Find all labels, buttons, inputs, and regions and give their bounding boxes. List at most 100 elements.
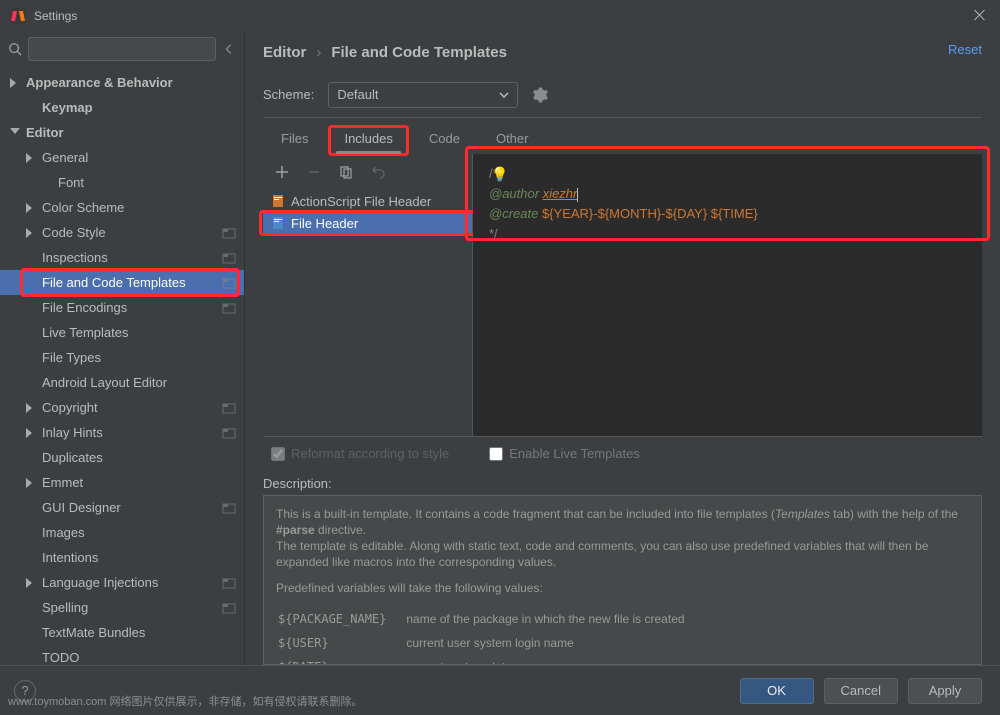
- sidebar-item-images[interactable]: Images: [0, 520, 244, 545]
- sidebar-item-label: Appearance & Behavior: [26, 75, 173, 90]
- sidebar-item-label: File Encodings: [42, 300, 127, 315]
- watermark-text: www.toymoban.com 网络图片仅供展示，非存储，如有侵权请联系删除。: [8, 693, 362, 709]
- project-scope-icon: [222, 276, 236, 290]
- sidebar-item-font[interactable]: Font: [0, 170, 244, 195]
- sidebar-item-keymap[interactable]: Keymap: [0, 95, 244, 120]
- var-desc: current user system login name: [406, 632, 702, 654]
- file-icon: [271, 216, 285, 230]
- ok-button[interactable]: OK: [740, 678, 814, 704]
- project-scope-icon: [222, 251, 236, 265]
- sidebar-item-code-style[interactable]: Code Style: [0, 220, 244, 245]
- sidebar-item-color-scheme[interactable]: Color Scheme: [0, 195, 244, 220]
- sidebar-item-label: Copyright: [42, 400, 98, 415]
- apply-button[interactable]: Apply: [908, 678, 982, 704]
- project-scope-icon: [222, 301, 236, 315]
- sidebar-item-editor[interactable]: Editor: [0, 120, 244, 145]
- remove-button: [305, 163, 323, 181]
- var-name: ${DATE}: [278, 656, 404, 665]
- sidebar-item-file-and-code-templates[interactable]: File and Code Templates: [0, 270, 244, 295]
- expand-arrow-icon: [26, 228, 36, 238]
- add-button[interactable]: [273, 163, 291, 181]
- scheme-value: Default: [337, 87, 378, 102]
- scheme-select[interactable]: Default: [328, 82, 518, 108]
- enable-live-checkbox[interactable]: Enable Live Templates: [489, 446, 640, 461]
- sidebar-item-language-injections[interactable]: Language Injections: [0, 570, 244, 595]
- app-logo-icon: [10, 8, 26, 24]
- sidebar-item-todo[interactable]: TODO: [0, 645, 244, 665]
- sidebar-item-live-templates[interactable]: Live Templates: [0, 320, 244, 345]
- sidebar-item-file-encodings[interactable]: File Encodings: [0, 295, 244, 320]
- back-arrow-icon[interactable]: [222, 42, 236, 56]
- sidebar-item-spelling[interactable]: Spelling: [0, 595, 244, 620]
- expand-arrow-icon: [10, 128, 20, 138]
- template-item-label: ActionScript File Header: [291, 194, 431, 209]
- sidebar-item-label: TODO: [42, 650, 79, 665]
- close-icon[interactable]: [972, 8, 988, 24]
- sidebar-item-label: File and Code Templates: [42, 275, 186, 290]
- sidebar-item-label: Intentions: [42, 550, 98, 565]
- settings-tree[interactable]: Appearance & Behavior Keymap Editor General…: [0, 66, 244, 665]
- sidebar-item-file-types[interactable]: File Types: [0, 345, 244, 370]
- var-name: ${PACKAGE_NAME}: [278, 608, 404, 630]
- expand-arrow-icon: [26, 203, 36, 213]
- tab-code[interactable]: Code: [411, 123, 478, 154]
- template-editor[interactable]: 💡 /* @author xiezhr @create ${YEAR}-${MO…: [473, 154, 982, 436]
- sidebar-item-emmet[interactable]: Emmet: [0, 470, 244, 495]
- cancel-button[interactable]: Cancel: [824, 678, 898, 704]
- template-tabs: FilesIncludesCodeOther: [263, 118, 982, 154]
- sidebar-item-copyright[interactable]: Copyright: [0, 395, 244, 420]
- template-item[interactable]: ActionScript File Header: [263, 190, 472, 212]
- breadcrumb-b: File and Code Templates: [331, 44, 507, 61]
- project-scope-icon: [222, 226, 236, 240]
- project-scope-icon: [222, 426, 236, 440]
- sidebar-item-label: Images: [42, 525, 85, 540]
- search-input[interactable]: [28, 37, 216, 61]
- sidebar-item-inspections[interactable]: Inspections: [0, 245, 244, 270]
- settings-sidebar: Appearance & Behavior Keymap Editor General…: [0, 32, 245, 665]
- sidebar-item-label: Language Injections: [42, 575, 158, 590]
- tab-includes[interactable]: Includes: [326, 123, 410, 154]
- copy-button[interactable]: [337, 163, 355, 181]
- undo-button: [369, 163, 387, 181]
- description-box: This is a built-in template. It contains…: [263, 495, 982, 665]
- sidebar-item-label: Duplicates: [42, 450, 103, 465]
- sidebar-item-label: Editor: [26, 125, 64, 140]
- variable-row: ${DATE}current system date: [278, 656, 703, 665]
- template-item[interactable]: File Header: [263, 212, 472, 234]
- sidebar-item-intentions[interactable]: Intentions: [0, 545, 244, 570]
- var-desc: name of the package in which the new fil…: [406, 608, 702, 630]
- expand-arrow-icon: [10, 78, 20, 88]
- expand-arrow-icon: [26, 403, 36, 413]
- sidebar-item-inlay-hints[interactable]: Inlay Hints: [0, 420, 244, 445]
- project-scope-icon: [222, 576, 236, 590]
- expand-arrow-icon: [26, 428, 36, 438]
- scheme-label: Scheme:: [263, 87, 314, 102]
- reset-link[interactable]: Reset: [948, 42, 982, 57]
- search-icon[interactable]: [8, 42, 22, 56]
- sidebar-item-duplicates[interactable]: Duplicates: [0, 445, 244, 470]
- tab-files[interactable]: Files: [263, 123, 326, 154]
- sidebar-item-label: Emmet: [42, 475, 83, 490]
- sidebar-item-android-layout-editor[interactable]: Android Layout Editor: [0, 370, 244, 395]
- description-heading: Description:: [263, 470, 982, 495]
- breadcrumb: Editor › File and Code Templates: [263, 32, 982, 72]
- project-scope-icon: [222, 401, 236, 415]
- chevron-right-icon: ›: [316, 44, 321, 61]
- bulb-icon[interactable]: 💡: [491, 164, 508, 184]
- sidebar-item-gui-designer[interactable]: GUI Designer: [0, 495, 244, 520]
- var-desc: current system date: [406, 656, 702, 665]
- sidebar-item-textmate-bundles[interactable]: TextMate Bundles: [0, 620, 244, 645]
- sidebar-item-label: Inlay Hints: [42, 425, 103, 440]
- tab-other[interactable]: Other: [478, 123, 547, 154]
- sidebar-item-appearance-behavior[interactable]: Appearance & Behavior: [0, 70, 244, 95]
- variable-row: ${PACKAGE_NAME}name of the package in wh…: [278, 608, 703, 630]
- template-list[interactable]: ActionScript File Header File Header: [263, 190, 472, 436]
- sidebar-item-label: GUI Designer: [42, 500, 121, 515]
- sidebar-item-label: General: [42, 150, 88, 165]
- sidebar-item-label: Keymap: [42, 100, 93, 115]
- gear-icon[interactable]: [532, 87, 548, 103]
- sidebar-item-label: Color Scheme: [42, 200, 124, 215]
- sidebar-item-label: Spelling: [42, 600, 88, 615]
- sidebar-item-general[interactable]: General: [0, 145, 244, 170]
- sidebar-item-label: Code Style: [42, 225, 106, 240]
